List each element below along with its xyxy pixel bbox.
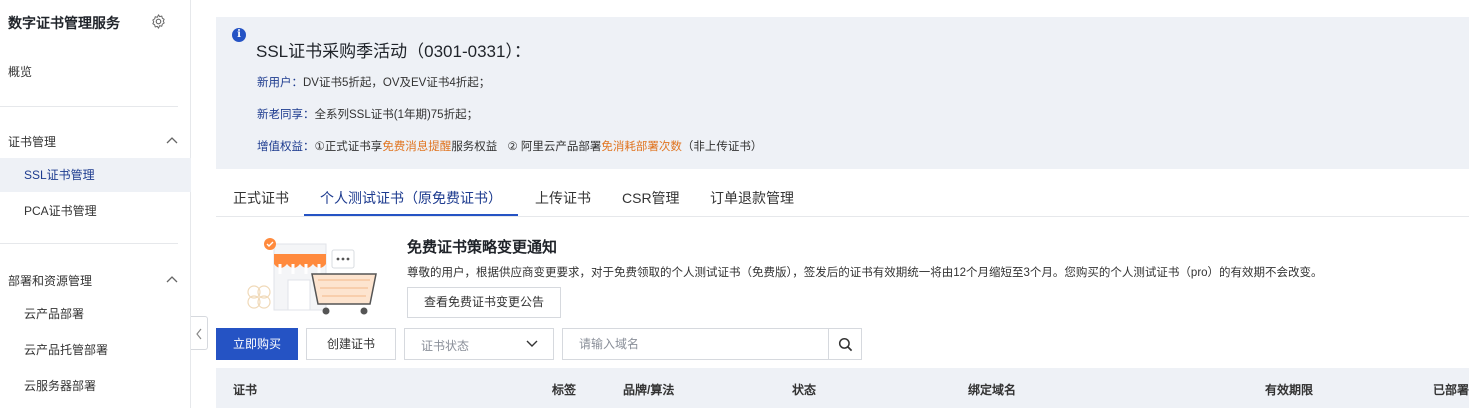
sidebar-item-server-deploy[interactable]: 云服务器部署: [0, 369, 191, 403]
sidebar-item-managed-deploy[interactable]: 云产品托管部署: [0, 333, 191, 367]
banner-highlight: 免费消息提醒: [382, 141, 452, 153]
sidebar: 数字证书管理服务 概览 证书管理 SSL证书管理 PCA证书管理 部署和资源管理…: [0, 0, 191, 408]
banner-text: （非上传证书）: [681, 141, 763, 153]
column-header-tag: 标签: [552, 383, 577, 397]
info-icon: i: [232, 28, 246, 42]
cert-status-select[interactable]: 证书状态: [404, 328, 554, 360]
app-root: 数字证书管理服务 概览 证书管理 SSL证书管理 PCA证书管理 部署和资源管理…: [0, 0, 1469, 408]
tab-bar: 正式证书 个人测试证书（原免费证书） 上传证书 CSR管理 订单退款管理: [216, 178, 1469, 217]
banner-line-benefits: 增值权益：①正式证书享免费消息提醒服务权益 ② 阿里云产品部署免消耗部署次数（非上…: [257, 138, 762, 154]
banner-line-all-users: 新老同享：全系列SSL证书(1年期)75折起；: [257, 106, 478, 122]
search-icon: [838, 337, 853, 352]
banner-text: 服务权益: [451, 141, 498, 153]
notice-description: 尊敬的用户，根据供应商变更要求，对于免费领取的个人测试证书（免费版），签发后的证…: [407, 267, 1323, 279]
sidebar-group-label: 部署和资源管理: [8, 274, 93, 288]
gear-icon[interactable]: [150, 13, 167, 30]
sidebar-group-label: 证书管理: [8, 135, 57, 149]
chevron-up-icon: [166, 276, 178, 283]
column-header-validity: 有效期限: [1265, 383, 1314, 397]
chevron-up-icon: [166, 137, 178, 144]
sidebar-item-ssl[interactable]: SSL证书管理: [0, 158, 191, 192]
column-header-cert: 证书: [233, 383, 258, 397]
active-tab-indicator: [304, 214, 518, 216]
shopping-cart-illustration: [247, 238, 377, 315]
buy-now-button[interactable]: 立即购买: [216, 328, 298, 360]
sidebar-item-cloud-deploy[interactable]: 云产品部署: [0, 297, 191, 331]
column-header-status: 状态: [792, 383, 817, 397]
sidebar-divider: [0, 106, 178, 107]
banner-title: SSL证书采购季活动（0301-0331）：: [256, 42, 531, 61]
select-placeholder: 证书状态: [421, 339, 470, 353]
search-button[interactable]: [828, 328, 862, 360]
column-header-deployed: 已部署: [1433, 383, 1469, 397]
tab-upload-cert[interactable]: 上传证书: [535, 188, 591, 208]
banner-highlight: 免消耗部署次数: [601, 141, 682, 153]
banner-line-new-users: 新用户：DV证书5折起，OV及EV证书4折起；: [257, 74, 490, 90]
notice-title: 免费证书策略变更通知: [407, 239, 558, 256]
table-header: 证书 标签 品牌/算法 状态 绑定域名 有效期限 已部署: [216, 368, 1469, 408]
tab-formal-cert[interactable]: 正式证书: [233, 188, 289, 208]
sidebar-title: 数字证书管理服务: [8, 15, 120, 31]
create-cert-button[interactable]: 创建证书: [306, 328, 396, 360]
banner-text: DV证书5折起，OV及EV证书4折起；: [303, 77, 491, 89]
domain-search-input[interactable]: [562, 328, 829, 360]
banner-key: 新老同享：: [257, 109, 315, 121]
chevron-left-icon: [196, 328, 202, 340]
column-header-domains: 绑定域名: [968, 383, 1017, 397]
banner-text: ② 阿里云产品部署: [507, 141, 602, 153]
column-header-brand: 品牌/算法: [623, 383, 675, 397]
tab-refund[interactable]: 订单退款管理: [710, 188, 794, 208]
sidebar-item-overview[interactable]: 概览: [0, 55, 191, 89]
chevron-down-icon: [526, 340, 538, 347]
sidebar-collapse-button[interactable]: [191, 316, 208, 350]
tab-csr[interactable]: CSR管理: [622, 188, 680, 208]
view-notice-button[interactable]: 查看免费证书变更公告: [407, 287, 561, 318]
sidebar-item-pca[interactable]: PCA证书管理: [0, 194, 191, 228]
sidebar-group-deploy[interactable]: 部署和资源管理: [8, 272, 178, 289]
sidebar-group-cert-management[interactable]: 证书管理: [8, 133, 178, 150]
promo-banner: i SSL证书采购季活动（0301-0331）： 新用户：DV证书5折起，OV及…: [216, 17, 1469, 169]
sidebar-divider: [0, 243, 178, 244]
banner-key: 增值权益：: [257, 141, 315, 153]
banner-text: 全系列SSL证书(1年期)75折起；: [314, 109, 479, 121]
banner-key: 新用户：: [257, 77, 303, 89]
banner-text: ①正式证书享: [314, 141, 383, 153]
tab-personal-test-cert[interactable]: 个人测试证书（原免费证书）: [320, 188, 502, 208]
